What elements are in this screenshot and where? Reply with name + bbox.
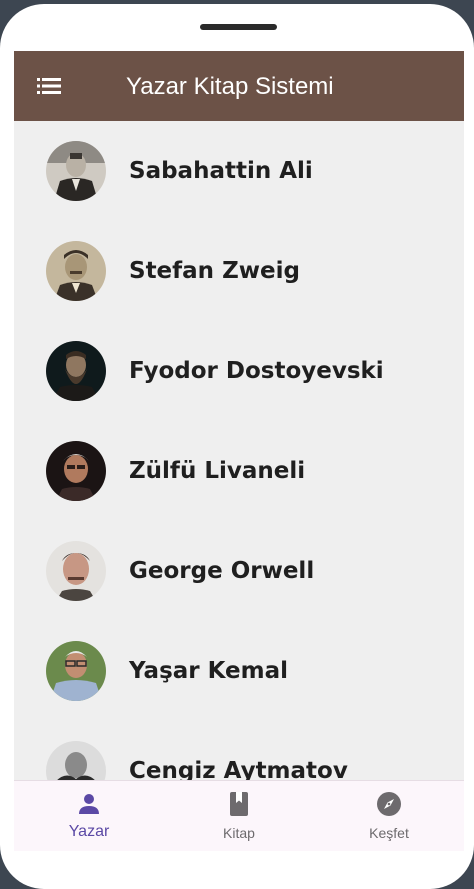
nav-tab-kesfet[interactable]: Keşfet [314,781,464,851]
author-name: Zülfü Livaneli [129,458,306,484]
page-title: Yazar Kitap Sistemi [126,73,334,100]
list-item-author[interactable]: Cengiz Aytmatov [14,721,464,781]
list-item-author[interactable]: Sabahattin Ali [14,121,464,221]
person-icon [76,791,102,817]
list-item-author[interactable]: Fyodor Dostoyevski [14,321,464,421]
author-name: Cengiz Aytmatov [129,758,348,781]
author-avatar [46,741,106,781]
author-avatar [46,341,106,401]
compass-icon [376,791,402,817]
author-name: Sabahattin Ali [129,158,313,184]
nav-tab-label: Kitap [223,825,255,841]
nav-tab-label: Keşfet [369,825,409,841]
nav-tab-yazar[interactable]: Yazar [14,781,164,851]
bottom-navigation: Yazar Kitap Keşfet [14,780,464,851]
author-name: George Orwell [129,558,315,584]
author-avatar [46,441,106,501]
author-list[interactable]: Sabahattin Ali Stefan Zweig Fyodor Dosto… [14,121,464,781]
speaker-grille [200,24,277,30]
list-item-author[interactable]: George Orwell [14,521,464,621]
author-avatar [46,141,106,201]
app-screen: Yazar Kitap Sistemi Sabahattin Ali Stefa… [14,51,464,851]
app-bar: Yazar Kitap Sistemi [14,51,464,121]
nav-tab-kitap[interactable]: Kitap [164,781,314,851]
device-frame: Yazar Kitap Sistemi Sabahattin Ali Stefa… [0,4,474,889]
list-item-author[interactable]: Yaşar Kemal [14,621,464,721]
book-icon [226,791,252,817]
list-item-author[interactable]: Zülfü Livaneli [14,421,464,521]
author-avatar [46,641,106,701]
author-name: Fyodor Dostoyevski [129,358,384,384]
author-name: Yaşar Kemal [129,658,289,684]
nav-tab-label: Yazar [68,823,110,840]
list-item-author[interactable]: Stefan Zweig [14,221,464,321]
author-name: Stefan Zweig [129,258,300,284]
author-avatar [46,241,106,301]
author-avatar [46,541,106,601]
menu-list-icon[interactable] [36,73,62,99]
